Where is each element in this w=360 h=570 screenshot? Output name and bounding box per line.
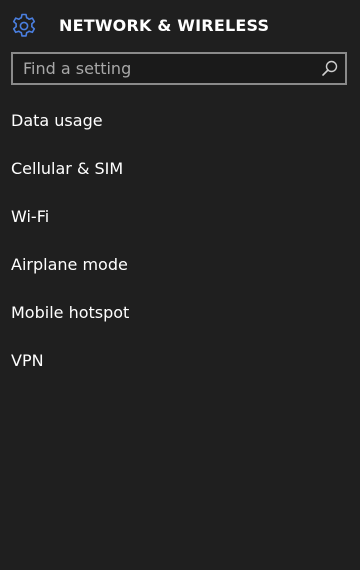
menu-item-mobile-hotspot[interactable]: Mobile hotspot [0,290,360,338]
menu-item-cellular-sim[interactable]: Cellular & SIM [0,146,360,194]
menu-item-vpn[interactable]: VPN [0,338,360,386]
settings-menu: Data usage Cellular & SIM Wi-Fi Airplane… [0,98,360,386]
menu-item-wifi[interactable]: Wi-Fi [0,194,360,242]
page-header: NETWORK & WIRELESS [0,0,360,50]
menu-item-data-usage[interactable]: Data usage [0,98,360,146]
page-title: NETWORK & WIRELESS [59,16,270,35]
gear-icon [10,12,38,40]
menu-item-label: VPN [11,351,44,370]
menu-item-label: Mobile hotspot [11,303,130,322]
menu-item-label: Data usage [11,111,103,130]
menu-item-label: Wi-Fi [11,207,50,226]
search-input[interactable] [23,54,313,83]
search-box[interactable] [11,52,347,85]
menu-item-label: Cellular & SIM [11,159,124,178]
menu-item-airplane-mode[interactable]: Airplane mode [0,242,360,290]
menu-item-label: Airplane mode [11,255,128,274]
search-icon[interactable] [321,59,339,77]
